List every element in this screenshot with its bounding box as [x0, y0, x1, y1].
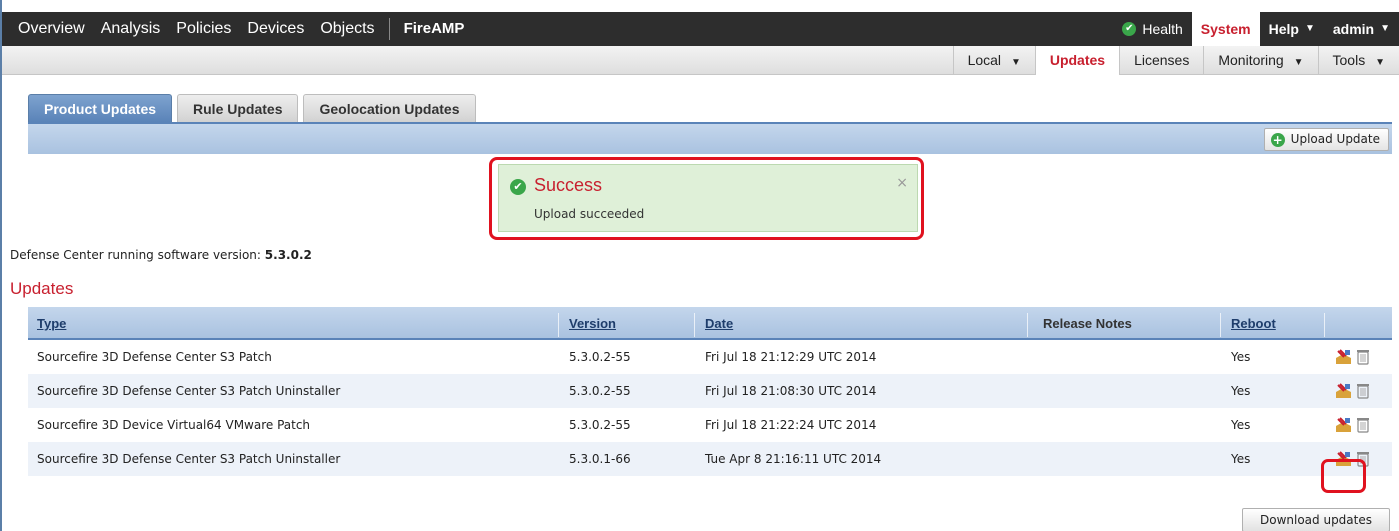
header-date[interactable]: Date [705, 307, 733, 340]
toolbar: + Upload Update [28, 122, 1392, 154]
table-header: Type Version Date Release Notes Reboot [28, 307, 1392, 340]
nav-policies[interactable]: Policies [168, 12, 239, 46]
cell-type: Sourcefire 3D Defense Center S3 Patch Un… [37, 452, 341, 466]
cell-date: Fri Jul 18 21:22:24 UTC 2014 [705, 418, 877, 432]
plus-circle-icon: + [1270, 132, 1285, 147]
tab-rule-updates[interactable]: Rule Updates [177, 94, 299, 122]
tab-geolocation-updates[interactable]: Geolocation Updates [303, 94, 476, 122]
success-alert: ✔ Success Upload succeeded × [498, 164, 918, 232]
software-version: Defense Center running software version:… [10, 248, 312, 262]
subnav-updates[interactable]: Updates [1034, 46, 1120, 75]
close-icon[interactable]: × [896, 175, 908, 191]
install-highlight [1321, 459, 1366, 493]
nav-analysis[interactable]: Analysis [93, 12, 169, 46]
upload-update-button[interactable]: + Upload Update [1263, 128, 1389, 151]
caret-down-icon: ▼ [1293, 57, 1304, 68]
check-circle-icon: ✔ [1122, 22, 1137, 36]
header-release-notes: Release Notes [1043, 316, 1132, 331]
cell-reboot: Yes [1231, 418, 1251, 432]
software-version-value: 5.3.0.2 [264, 248, 312, 262]
cell-version: 5.3.0.1-66 [569, 452, 631, 466]
nav-fireamp[interactable]: FireAMP [396, 12, 473, 46]
header-reboot[interactable]: Reboot [1231, 307, 1276, 340]
nav-divider [388, 18, 390, 40]
header-divider [694, 313, 695, 337]
install-icon[interactable] [1335, 349, 1352, 365]
software-version-label: Defense Center running software version: [10, 248, 261, 262]
updates-table: Type Version Date Release Notes Reboot S… [28, 307, 1392, 476]
table-row: Sourcefire 3D Defense Center S3 Patch Un… [28, 374, 1392, 408]
nav-objects[interactable]: Objects [312, 12, 382, 46]
subnav-tools-label: Tools [1332, 52, 1366, 68]
tab-product-updates[interactable]: Product Updates [28, 94, 173, 122]
success-title: Success [534, 175, 603, 195]
caret-down-icon: ▼ [1304, 23, 1315, 34]
trash-icon[interactable] [1357, 417, 1369, 433]
header-type[interactable]: Type [37, 307, 66, 340]
subnav-monitoring-label: Monitoring [1218, 52, 1284, 68]
cell-reboot: Yes [1231, 384, 1251, 398]
top-nav: Overview Analysis Policies Devices Objec… [2, 12, 1399, 46]
nav-devices[interactable]: Devices [239, 12, 312, 46]
table-row: Sourcefire 3D Device Virtual64 VMware Pa… [28, 408, 1392, 442]
install-icon[interactable] [1335, 417, 1352, 433]
table-row: Sourcefire 3D Defense Center S3 Patch Un… [28, 442, 1392, 476]
header-divider [1324, 313, 1325, 337]
success-message: Upload succeeded [534, 207, 645, 221]
sub-nav: Local ▼ Updates Licenses Monitoring ▼ To… [2, 46, 1399, 75]
trash-icon[interactable] [1357, 383, 1369, 399]
updates-heading: Updates [10, 279, 74, 298]
nav-health-label: Health [1142, 21, 1183, 37]
cell-type: Sourcefire 3D Defense Center S3 Patch Un… [37, 384, 341, 398]
nav-system[interactable]: System [1191, 12, 1260, 46]
update-tabs: Product Updates Rule Updates Geolocation… [28, 94, 481, 122]
subnav-local[interactable]: Local ▼ [952, 46, 1035, 75]
header-divider [558, 313, 559, 337]
nav-overview[interactable]: Overview [2, 12, 93, 46]
header-divider [1220, 313, 1221, 337]
caret-down-icon: ▼ [1375, 57, 1385, 68]
cell-version: 5.3.0.2-55 [569, 350, 631, 364]
subnav-tools[interactable]: Tools ▼ [1317, 46, 1399, 75]
cell-date: Fri Jul 18 21:08:30 UTC 2014 [705, 384, 877, 398]
header-divider [1027, 313, 1028, 337]
cell-date: Tue Apr 8 21:16:11 UTC 2014 [705, 452, 882, 466]
nav-admin[interactable]: admin ▼ [1324, 12, 1399, 46]
install-icon[interactable] [1335, 383, 1352, 399]
check-circle-icon: ✔ [510, 179, 526, 195]
subnav-monitoring[interactable]: Monitoring ▼ [1203, 46, 1317, 75]
cell-reboot: Yes [1231, 452, 1251, 466]
upload-update-label: Upload Update [1290, 132, 1380, 146]
caret-down-icon: ▼ [1010, 57, 1021, 68]
caret-down-icon: ▼ [1380, 23, 1390, 34]
nav-admin-label: admin [1332, 21, 1375, 37]
cell-reboot: Yes [1231, 350, 1251, 364]
subnav-local-label: Local [967, 52, 1002, 68]
cell-version: 5.3.0.2-55 [569, 384, 631, 398]
download-updates-button[interactable]: Download updates [1242, 508, 1390, 531]
header-version[interactable]: Version [569, 307, 616, 340]
table-row: Sourcefire 3D Defense Center S3 Patch 5.… [28, 340, 1392, 374]
nav-help-label: Help [1268, 21, 1299, 37]
cell-version: 5.3.0.2-55 [569, 418, 631, 432]
cell-type: Sourcefire 3D Defense Center S3 Patch [37, 350, 272, 364]
subnav-licenses[interactable]: Licenses [1119, 46, 1203, 75]
trash-icon[interactable] [1357, 349, 1369, 365]
cell-type: Sourcefire 3D Device Virtual64 VMware Pa… [37, 418, 311, 432]
nav-help[interactable]: Help ▼ [1260, 12, 1324, 46]
cell-date: Fri Jul 18 21:12:29 UTC 2014 [705, 350, 877, 364]
nav-health[interactable]: ✔ Health [1113, 12, 1191, 46]
top-nav-right: ✔ Health System Help ▼ admin ▼ [1113, 12, 1399, 46]
